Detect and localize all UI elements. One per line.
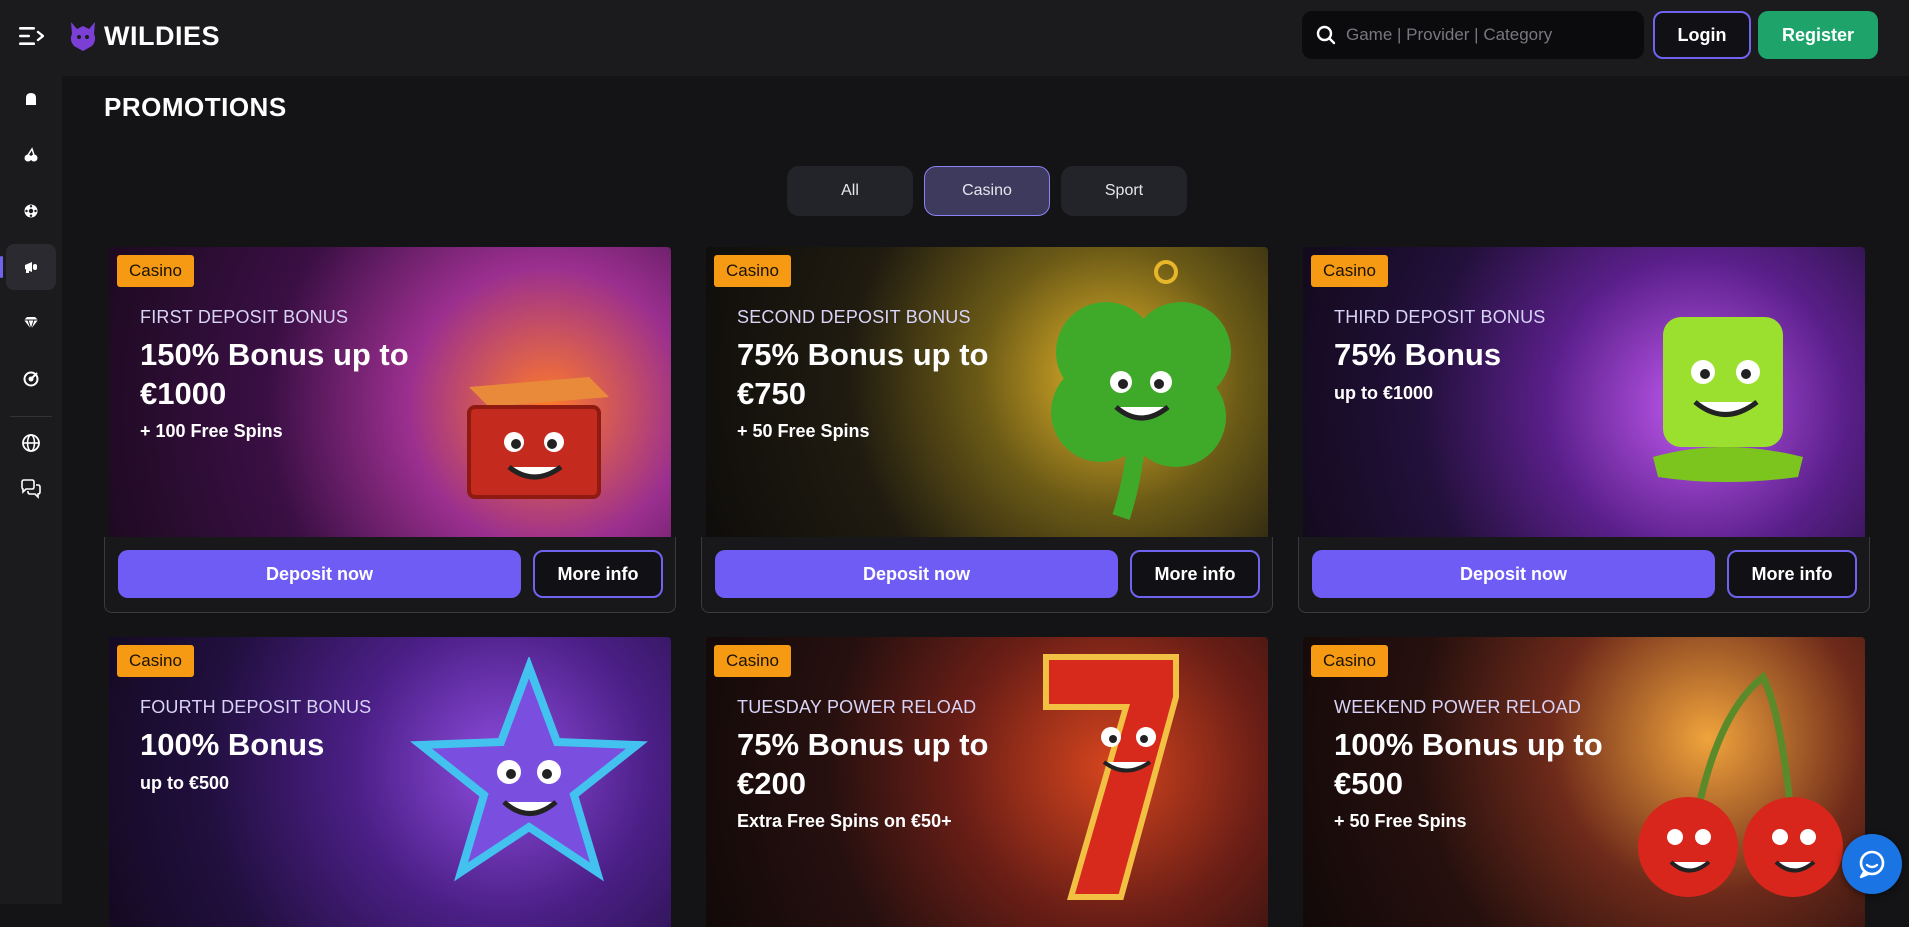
promo-card: Casino FOURTH DEPOSIT BONUS 100% Bonus u…	[104, 637, 676, 927]
promo-card: Casino WEEKEND POWER RELOAD 100% Bonus u…	[1298, 637, 1870, 927]
filter-casino[interactable]: Casino	[924, 166, 1050, 216]
promo-banner[interactable]: Casino TUESDAY POWER RELOAD 75% Bonus up…	[706, 637, 1268, 927]
promo-banner[interactable]: Casino FOURTH DEPOSIT BONUS 100% Bonus u…	[109, 637, 671, 927]
filter-tabs: All Casino Sport	[787, 166, 1187, 216]
sidebar-item-promotions[interactable]	[0, 244, 56, 290]
promo-card: Casino TUESDAY POWER RELOAD 75% Bonus up…	[701, 637, 1273, 927]
promo-title: 150% Bonus up to €1000	[140, 337, 409, 411]
promo-extra: up to €500	[140, 773, 230, 793]
login-button[interactable]: Login	[1653, 11, 1751, 59]
promo-subtitle: WEEKEND POWER RELOAD	[1334, 697, 1582, 717]
sidebar-item-vip[interactable]	[6, 300, 56, 346]
promo-subtitle: TUESDAY POWER RELOAD	[737, 697, 977, 717]
more-info-button[interactable]: More info	[1727, 550, 1857, 598]
filter-sport[interactable]: Sport	[1061, 166, 1187, 216]
promo-title: 75% Bonus up to €750	[737, 337, 989, 411]
deposit-now-button[interactable]: Deposit now	[715, 550, 1118, 598]
promo-title: 100% Bonus up to €500	[1334, 727, 1603, 801]
promo-title: 100% Bonus	[140, 727, 325, 762]
promo-banner[interactable]: Casino THIRD DEPOSIT BONUS 75% Bonus up …	[1303, 247, 1865, 537]
treasure-chest-illustration	[467, 377, 609, 499]
promo-banner[interactable]: Casino SECOND DEPOSIT BONUS 75% Bonus up…	[706, 247, 1268, 537]
logo-text: WILDIES	[104, 20, 220, 51]
page-title: PROMOTIONS	[104, 92, 287, 122]
sidebar-divider	[10, 416, 52, 417]
promo-extra: + 50 Free Spins	[1334, 811, 1467, 831]
search-icon	[1316, 25, 1336, 45]
category-badge: Casino	[117, 255, 194, 287]
cherries-icon	[24, 147, 38, 162]
promo-extra: + 100 Free Spins	[140, 421, 283, 441]
deposit-now-button[interactable]: Deposit now	[1312, 550, 1715, 598]
promo-banner[interactable]: Casino FIRST DEPOSIT BONUS 150% Bonus up…	[109, 247, 671, 537]
diamond-icon	[24, 317, 38, 331]
filter-all[interactable]: All	[787, 166, 913, 216]
promo-actions: Deposit now More info	[1298, 537, 1870, 613]
promo-subtitle: FOURTH DEPOSIT BONUS	[140, 697, 372, 717]
promo-subtitle: SECOND DEPOSIT BONUS	[737, 307, 971, 327]
promo-actions: Deposit now More info	[701, 537, 1273, 613]
menu-toggle-icon[interactable]	[18, 24, 45, 48]
category-badge: Casino	[714, 255, 791, 287]
more-info-button[interactable]: More info	[533, 550, 663, 598]
megaphone-icon	[25, 262, 37, 273]
sidebar-item-cherries[interactable]	[6, 132, 56, 178]
slots-icon	[26, 93, 36, 105]
deposit-now-button[interactable]: Deposit now	[118, 550, 521, 598]
promo-card: Casino THIRD DEPOSIT BONUS 75% Bonus up …	[1298, 247, 1870, 613]
category-badge: Casino	[1311, 645, 1388, 677]
sidebar-item-support[interactable]	[6, 466, 56, 512]
promo-subtitle: FIRST DEPOSIT BONUS	[140, 307, 349, 327]
top-bar: WILDIES Login Register	[0, 0, 1909, 76]
clover-illustration	[1051, 260, 1231, 520]
category-badge: Casino	[714, 645, 791, 677]
promo-title: 75% Bonus	[1334, 337, 1502, 372]
promo-extra: up to €1000	[1334, 383, 1434, 403]
logo[interactable]: WILDIES	[68, 18, 220, 54]
promo-card: Casino FIRST DEPOSIT BONUS 150% Bonus up…	[104, 247, 676, 613]
search-box[interactable]	[1302, 11, 1644, 59]
target-icon	[23, 371, 39, 387]
promo-actions: Deposit now More info	[104, 537, 676, 613]
wolf-logo-icon	[70, 22, 96, 51]
promo-subtitle: THIRD DEPOSIT BONUS	[1334, 307, 1546, 327]
search-input[interactable]	[1346, 25, 1626, 45]
sidebar-item-target[interactable]	[6, 356, 56, 402]
sidebar-item-slots[interactable]	[6, 76, 56, 122]
promo-extra: Extra Free Spins on €50+	[737, 811, 952, 831]
promo-title: 75% Bonus up to €200	[737, 727, 989, 801]
chat-icon	[21, 479, 41, 499]
sidebar-item-language[interactable]	[6, 420, 56, 466]
star-illustration	[410, 657, 648, 882]
promo-banner[interactable]: Casino WEEKEND POWER RELOAD 100% Bonus u…	[1303, 637, 1865, 927]
slime-cube-illustration	[1653, 317, 1803, 482]
sidebar-item-roulette[interactable]	[6, 188, 56, 234]
live-chat-button[interactable]	[1842, 834, 1902, 894]
register-button[interactable]: Register	[1758, 11, 1878, 59]
chat-bubble-icon	[1859, 850, 1885, 879]
more-info-button[interactable]: More info	[1130, 550, 1260, 598]
lucky-seven-illustration	[1043, 654, 1179, 900]
globe-icon	[22, 434, 40, 452]
roulette-icon	[24, 204, 38, 218]
cherries-illustration	[1638, 671, 1843, 897]
category-badge: Casino	[1311, 255, 1388, 287]
category-badge: Casino	[117, 645, 194, 677]
promo-card: Casino SECOND DEPOSIT BONUS 75% Bonus up…	[701, 247, 1273, 613]
promo-extra: + 50 Free Spins	[737, 421, 870, 441]
sidebar	[0, 76, 62, 904]
